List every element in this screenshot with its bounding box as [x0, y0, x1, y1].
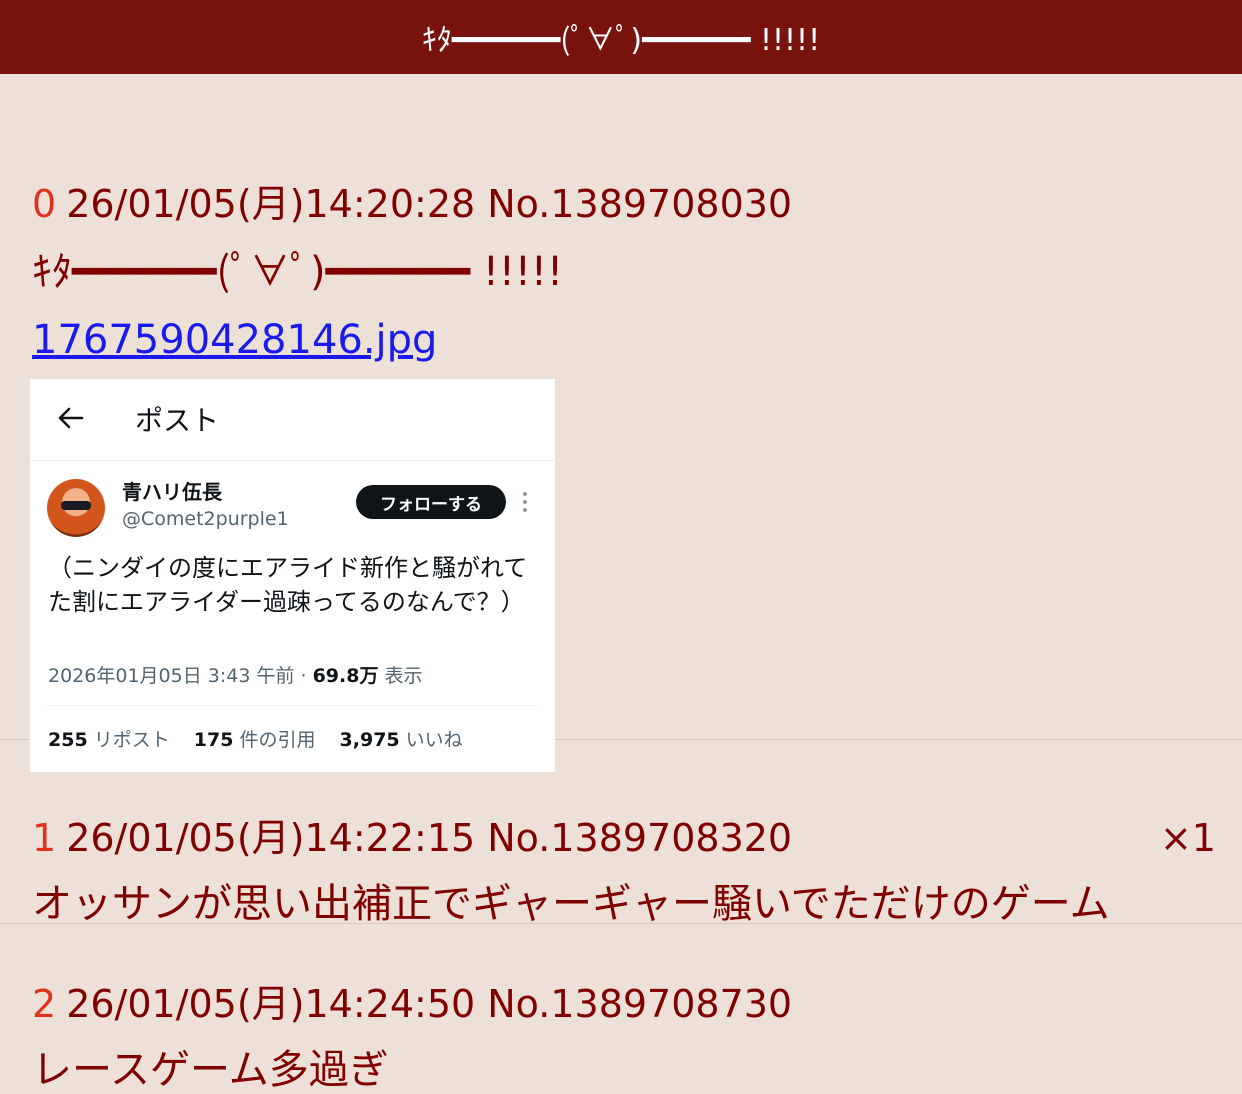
tweet-timestamp: 2026年01月05日 3:43 午前 · 69.8万 表示 — [48, 663, 423, 689]
tweet-author-name: 青ハリ伍長 — [122, 480, 222, 504]
post-meta: 0 26/01/05(月)14:20:28 No.1389708030 — [32, 182, 1210, 226]
tweet-divider — [47, 705, 538, 706]
tweet-author-handle: @Comet2purple1 — [122, 508, 289, 530]
tweet-header-title: ポスト — [135, 404, 220, 437]
avatar — [47, 479, 105, 537]
post-text: ｷﾀ━━━━━━(ﾟ∀ﾟ)━━━━━━ !!!!! — [32, 249, 564, 295]
back-arrow-icon — [58, 407, 84, 429]
tweet-text: （ニンダイの度にエアライド新作と騒がれてた割にエアライダー過疎ってるのなんで？） — [48, 554, 528, 616]
post-number: 1 — [32, 816, 57, 860]
attachment-link[interactable]: 1767590428146.jpg — [32, 316, 437, 364]
post-2: 2 26/01/05(月)14:24:50 No.1389708730 レースゲー… — [0, 924, 1242, 1094]
post-meta: 2 26/01/05(月)14:24:50 No.1389708730 — [32, 982, 1210, 1026]
tweet-date: 2026年01月05日 3:43 午前 · — [48, 665, 313, 687]
thread-title-bar: ｷﾀ━━━━━━(ﾟ∀ﾟ)━━━━━━ !!!!! — [0, 0, 1242, 74]
post-number: 0 — [32, 182, 57, 226]
tweet-views-label: 表示 — [378, 665, 423, 687]
follow-button: フォローする — [356, 485, 506, 519]
reply-count-badge[interactable]: ×1 — [1160, 816, 1216, 860]
tweet-header: ポスト — [30, 379, 555, 461]
post-datetime-id: 26/01/05(月)14:24:50 No.1389708730 — [66, 982, 793, 1026]
thread-title: ｷﾀ━━━━━━(ﾟ∀ﾟ)━━━━━━ !!!!! — [421, 23, 821, 58]
post-meta: 1 26/01/05(月)14:22:15 No.1389708320 — [32, 816, 1210, 860]
post-text: オッサンが思い出補正でギャーギャー騒いでただけのゲーム — [32, 881, 1110, 927]
post-datetime-id: 26/01/05(月)14:20:28 No.1389708030 — [66, 182, 793, 226]
post-datetime-id: 26/01/05(月)14:22:15 No.1389708320 — [66, 816, 793, 860]
post-1: 1 26/01/05(月)14:22:15 No.1389708320 ×1 オッ… — [0, 740, 1242, 927]
post-number: 2 — [32, 982, 57, 1026]
more-vertical-icon — [523, 492, 527, 512]
post-0: 0 26/01/05(月)14:20:28 No.1389708030 ｷﾀ━━━… — [0, 74, 1242, 772]
post-text: レースゲーム多過ぎ — [32, 1047, 389, 1093]
attached-image[interactable]: ポスト 青ハリ伍長 @Comet2purple1 フォローする （ニンダイの度に… — [30, 379, 555, 772]
tweet-views-count: 69.8万 — [312, 665, 379, 687]
